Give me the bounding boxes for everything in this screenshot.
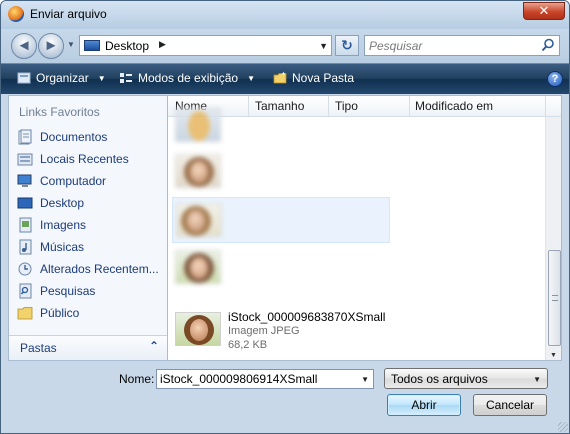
organize-menu-button[interactable]: Organizar ▼ — [17, 71, 106, 85]
address-bar[interactable]: Desktop ▶ ▼ — [79, 35, 332, 56]
music-icon — [19, 239, 32, 255]
file-item[interactable] — [172, 245, 390, 291]
folders-toggle[interactable]: Pastas ⌃ — [9, 335, 167, 360]
searches-icon — [19, 283, 32, 299]
folders-label: Pastas — [20, 341, 57, 355]
sidebar-item-searches[interactable]: Pesquisas — [17, 281, 95, 301]
filename-input[interactable]: iStock_000009806914XSmall — [160, 372, 317, 386]
window-title: Enviar arquivo — [30, 7, 107, 21]
sidebar-item-label: Músicas — [40, 240, 85, 254]
sidebar-item-label: Imagens — [40, 218, 87, 232]
title-bar: Enviar arquivo ✕ — [1, 1, 569, 29]
file-name: iStock_000009683870XSmall — [228, 310, 386, 324]
scrollbar-grip-icon — [552, 295, 558, 301]
file-thumbnail — [175, 250, 221, 284]
forward-button[interactable]: ► — [38, 33, 64, 59]
filename-label: Nome: — [119, 372, 155, 386]
chevron-down-icon[interactable]: ▼ — [361, 375, 369, 384]
file-list-pane: Nome Tamanho Tipo Modificado em iStock_0… — [168, 95, 562, 361]
chevron-down-icon: ▼ — [533, 375, 541, 384]
sidebar-item-label: Pesquisas — [40, 284, 96, 298]
search-input[interactable] — [369, 38, 539, 53]
file-thumbnail — [176, 203, 222, 237]
column-divider[interactable] — [545, 96, 546, 116]
column-header-modified[interactable]: Modificado em — [415, 99, 493, 113]
sidebar-item-recently-changed[interactable]: Alterados Recentem... — [17, 259, 159, 279]
new-folder-icon — [273, 71, 287, 84]
sidebar-item-public[interactable]: Público — [17, 303, 79, 323]
recent-places-icon — [17, 153, 33, 166]
close-button[interactable]: ✕ — [523, 2, 565, 20]
address-location[interactable]: Desktop — [105, 39, 149, 53]
file-item[interactable] — [172, 103, 390, 149]
file-thumbnail — [175, 154, 221, 188]
filename-combobox[interactable]: iStock_000009806914XSmall ▼ — [156, 369, 374, 389]
vertical-scrollbar[interactable]: ▼ — [545, 117, 561, 360]
new-folder-button[interactable]: Nova Pasta — [273, 71, 354, 85]
command-bar: Organizar ▼ Modos de exibição ▼ Nova Pas… — [1, 63, 569, 94]
views-menu-button[interactable]: Modos de exibição ▼ — [119, 71, 255, 85]
navigation-bar: ◄ ► ▼ Desktop ▶ ▼ ↻ — [1, 29, 569, 63]
computer-icon — [17, 174, 32, 187]
scrollbar-thumb[interactable] — [548, 250, 561, 346]
sidebar-item-recent-places[interactable]: Locais Recentes — [17, 149, 129, 169]
cancel-button[interactable]: Cancelar — [473, 394, 547, 416]
sidebar-item-computer[interactable]: Computador — [17, 171, 106, 191]
recent-pages-dropdown[interactable]: ▼ — [67, 40, 75, 49]
file-item-selected[interactable] — [172, 197, 390, 243]
sidebar-item-label: Alterados Recentem... — [40, 262, 159, 276]
sidebar-item-documents[interactable]: Documentos — [17, 127, 107, 147]
search-box[interactable] — [364, 35, 560, 56]
address-dropdown-icon[interactable]: ▼ — [319, 41, 328, 51]
search-icon[interactable] — [541, 38, 555, 52]
sidebar-item-label: Desktop — [40, 196, 85, 210]
column-divider[interactable] — [409, 96, 410, 116]
sidebar-item-desktop[interactable]: Desktop — [17, 193, 84, 213]
chevron-down-icon: ▼ — [247, 73, 255, 83]
sidebar-item-music[interactable]: Músicas — [17, 237, 84, 257]
organize-icon — [17, 72, 31, 84]
views-label: Modos de exibição — [138, 71, 239, 85]
sidebar-item-pictures[interactable]: Imagens — [17, 215, 86, 235]
file-item[interactable] — [172, 149, 390, 195]
new-folder-label: Nova Pasta — [292, 71, 355, 85]
sidebar-item-label: Documentos — [40, 130, 108, 144]
chevron-down-icon: ▼ — [97, 73, 106, 83]
public-folder-icon — [17, 307, 33, 320]
file-upload-dialog: Enviar arquivo ✕ ◄ ► ▼ Desktop ▶ ▼ ↻ Pes… — [0, 0, 570, 434]
file-type: Imagem JPEG — [228, 325, 300, 337]
sidebar-item-label: Computador — [40, 174, 107, 188]
firefox-icon — [8, 6, 24, 22]
file-thumbnail — [175, 312, 221, 346]
organize-label: Organizar — [36, 71, 89, 85]
file-size: 68,2 KB — [228, 339, 268, 351]
file-type-select[interactable]: Todos os arquivos ▼ — [384, 368, 548, 389]
file-thumbnail — [175, 108, 221, 142]
views-icon — [120, 73, 132, 83]
open-button[interactable]: Abrir — [387, 394, 461, 416]
pictures-icon — [19, 217, 32, 233]
desktop-icon — [17, 197, 33, 209]
documents-icon — [18, 129, 32, 145]
scroll-down-arrow-icon[interactable]: ▼ — [550, 352, 557, 359]
resize-grip[interactable] — [558, 422, 568, 432]
file-list: iStock_000009683870XSmall Imagem JPEG 68… — [168, 108, 545, 360]
sidebar-item-label: Público — [40, 306, 80, 320]
refresh-button[interactable]: ↻ — [335, 35, 359, 56]
recently-changed-icon — [18, 262, 32, 276]
file-type-value: Todos os arquivos — [391, 372, 488, 386]
sidebar-item-label: Locais Recentes — [40, 152, 129, 166]
chevron-up-icon: ⌃ — [148, 339, 159, 353]
favorite-links-pane: Links Favoritos Documentos Locais Recent… — [8, 95, 168, 361]
help-icon[interactable]: ? — [547, 71, 563, 87]
dialog-footer: Nome: iStock_000009806914XSmall ▼ Todos … — [1, 361, 569, 433]
back-button[interactable]: ◄ — [11, 33, 37, 59]
file-item[interactable]: iStock_000009683870XSmall Imagem JPEG 68… — [172, 307, 390, 353]
favorite-links-heading: Links Favoritos — [19, 105, 100, 119]
breadcrumb-arrow-icon[interactable]: ▶ — [159, 39, 166, 50]
desktop-location-icon — [84, 40, 100, 51]
